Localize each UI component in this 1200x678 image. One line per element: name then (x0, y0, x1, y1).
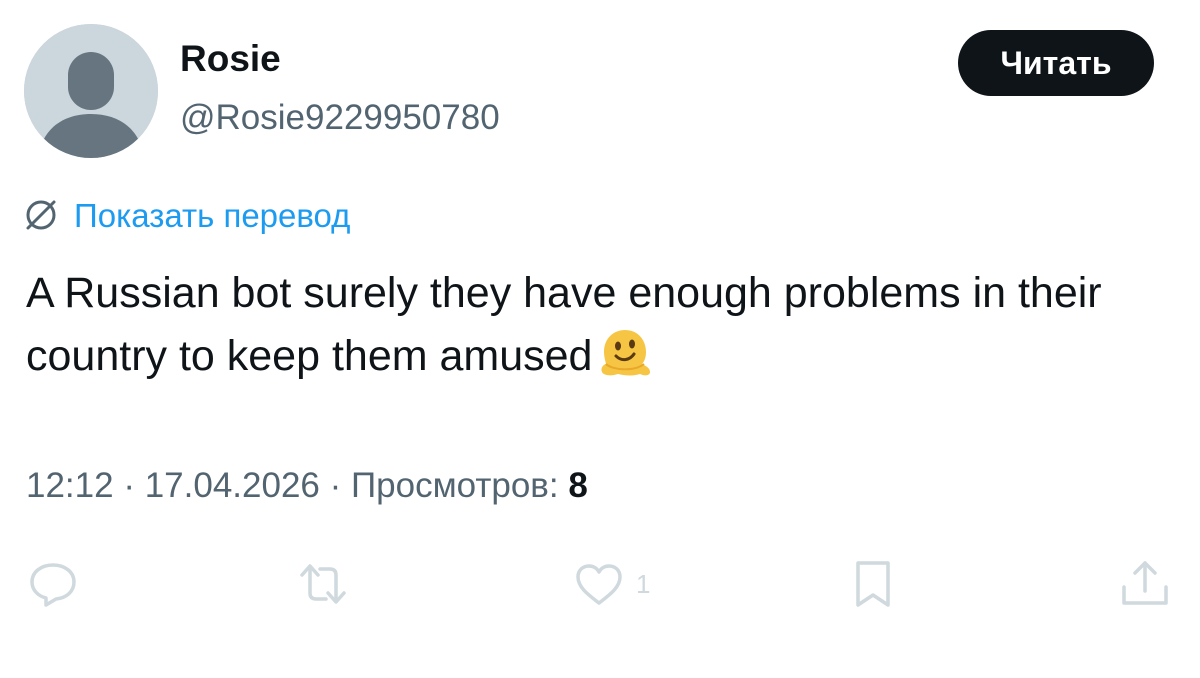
follow-button[interactable]: Читать (958, 30, 1154, 96)
retweet-button[interactable] (296, 556, 350, 612)
tweet-meta: 12:12 · 17.04.2026 · Просмотров: 8 (26, 468, 588, 503)
avatar[interactable] (24, 24, 158, 158)
action-bar: 1 (0, 556, 1200, 612)
bookmark-button[interactable] (846, 556, 900, 612)
translate-globe-icon (26, 200, 56, 230)
reply-button[interactable] (26, 556, 80, 612)
like-button[interactable]: 1 (572, 556, 650, 612)
melting-face-emoji-icon (601, 330, 651, 376)
tweet-date[interactable]: 17.04.2026 (145, 466, 320, 505)
author-name[interactable]: Rosie (180, 40, 281, 77)
views-label: Просмотров: (350, 466, 559, 505)
like-count: 1 (636, 568, 651, 599)
tweet-time[interactable]: 12:12 (26, 466, 114, 505)
reply-icon (30, 563, 76, 607)
share-icon (1122, 561, 1168, 605)
author-handle[interactable]: @Rosie9229950780 (180, 100, 500, 135)
views-count: 8 (568, 466, 588, 505)
show-translation-label: Показать перевод (74, 196, 351, 234)
meta-separator: · (113, 466, 145, 505)
retweet-icon (300, 564, 346, 604)
meta-separator: · (319, 466, 351, 505)
bookmark-icon (856, 561, 890, 607)
tweet-body: A Russian bot surely they have enough pr… (26, 269, 1102, 380)
tweet-text: A Russian bot surely they have enough pr… (26, 262, 1176, 387)
like-icon (576, 564, 622, 605)
share-button[interactable] (1118, 556, 1172, 612)
show-translation-link[interactable]: Показать перевод (22, 196, 350, 234)
default-avatar-icon (24, 24, 158, 158)
